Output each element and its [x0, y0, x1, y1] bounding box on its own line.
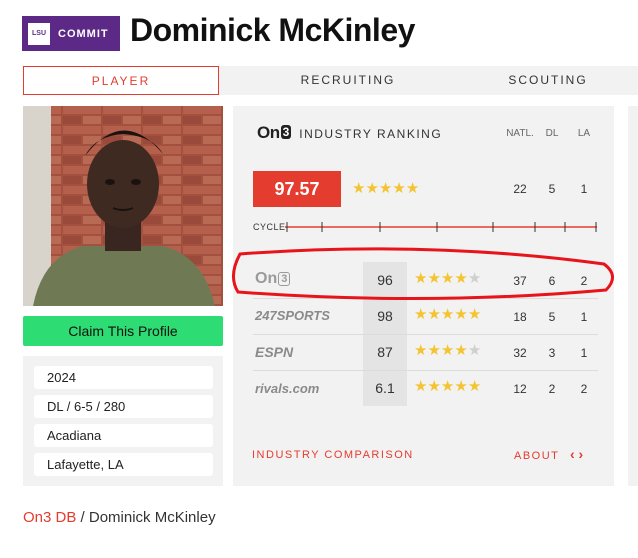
star-icon: ★	[454, 342, 468, 359]
service-score: 6.1	[375, 380, 395, 396]
lsu-logo: LSU	[28, 22, 50, 45]
service-state: 1	[580, 310, 588, 324]
star-icon: ★	[440, 378, 455, 395]
star-icon: ★	[414, 378, 428, 395]
breadcrumb-separator: /	[80, 509, 85, 526]
row-divider	[253, 370, 598, 371]
player-photo	[23, 106, 223, 306]
star-icon: ★	[427, 378, 441, 395]
star-icon: ★	[427, 306, 441, 323]
star-icon: ★	[414, 306, 428, 323]
about-link[interactable]: ABOUT	[514, 450, 559, 462]
chevrons-icon[interactable]: ‹ ›	[570, 446, 583, 462]
tab-player[interactable]: PLAYER	[23, 66, 219, 95]
service-rivals-logo: rivals.com	[255, 381, 320, 396]
industry-comparison-link[interactable]: INDUSTRY COMPARISON	[252, 449, 414, 461]
player-info-box: 2024 DL / 6-5 / 280 Acadiana Lafayette, …	[23, 356, 223, 486]
on3-logo: On 3	[257, 123, 291, 142]
industry-stars: ★★★★★	[352, 179, 419, 198]
breadcrumb-on3db[interactable]: On3 DB	[23, 509, 76, 526]
service-score: 87	[377, 344, 393, 360]
industry-score: 97.57	[253, 171, 341, 207]
star-icon: ★	[352, 180, 366, 197]
service-247-logo: 247SPORTS	[255, 308, 330, 323]
info-school: Acadiana	[34, 424, 213, 447]
tab-bar: PLAYER RECRUITING SCOUTING	[23, 66, 638, 95]
industry-pos: 5	[548, 182, 556, 196]
star-empty-icon: ★	[467, 342, 482, 359]
side-panel-edge	[628, 106, 638, 486]
row-divider	[253, 334, 598, 335]
tab-scouting[interactable]: SCOUTING	[483, 66, 613, 95]
service-natl: 12	[513, 382, 527, 396]
ranking-title: INDUSTRY RANKING	[299, 127, 443, 141]
star-icon: ★	[440, 306, 455, 323]
service-state: 1	[580, 346, 588, 360]
cycle-label: CYCLE	[253, 222, 286, 232]
star-icon: ★	[414, 342, 428, 359]
service-pos: 2	[548, 382, 556, 396]
industry-natl: 22	[513, 182, 527, 196]
annotation-circle	[232, 247, 614, 301]
star-icon: ★	[392, 180, 406, 197]
star-icon: ★	[454, 378, 468, 395]
star-icon: ★	[427, 342, 441, 359]
star-icon: ★	[467, 306, 482, 323]
info-position-size: DL / 6-5 / 280	[34, 395, 213, 418]
service-score: 98	[377, 308, 393, 324]
service-state: 2	[580, 382, 588, 396]
service-stars: ★★★★★	[414, 377, 481, 396]
ranking-header: On 3 INDUSTRY RANKING	[257, 123, 442, 143]
breadcrumb: On3 DB / Dominick McKinley	[23, 509, 216, 526]
cycle-timeline	[285, 222, 597, 232]
service-natl: 18	[513, 310, 527, 324]
breadcrumb-current: Dominick McKinley	[88, 509, 216, 526]
commit-label: COMMIT	[58, 27, 109, 40]
col-state: LA	[577, 128, 591, 139]
service-stars: ★★★★★	[414, 341, 481, 360]
col-natl: NATL.	[506, 128, 534, 139]
info-hometown: Lafayette, LA	[34, 453, 213, 476]
star-icon: ★	[378, 180, 393, 197]
star-icon: ★	[454, 306, 468, 323]
service-pos: 5	[548, 310, 556, 324]
star-icon: ★	[467, 378, 482, 395]
service-stars: ★★★★★	[414, 305, 481, 324]
star-icon: ★	[365, 180, 379, 197]
info-class-year: 2024	[34, 366, 213, 389]
commit-badge: LSU COMMIT	[22, 16, 120, 51]
star-icon: ★	[405, 180, 420, 197]
tab-recruiting[interactable]: RECRUITING	[273, 66, 423, 95]
claim-profile-button[interactable]: Claim This Profile	[23, 316, 223, 346]
player-name: Dominick McKinley	[130, 12, 415, 48]
star-icon: ★	[440, 342, 455, 359]
service-pos: 3	[548, 346, 556, 360]
service-espn-logo: ESPN	[255, 344, 294, 360]
industry-state: 1	[580, 182, 588, 196]
col-position: DL	[545, 128, 559, 139]
service-natl: 32	[513, 346, 527, 360]
